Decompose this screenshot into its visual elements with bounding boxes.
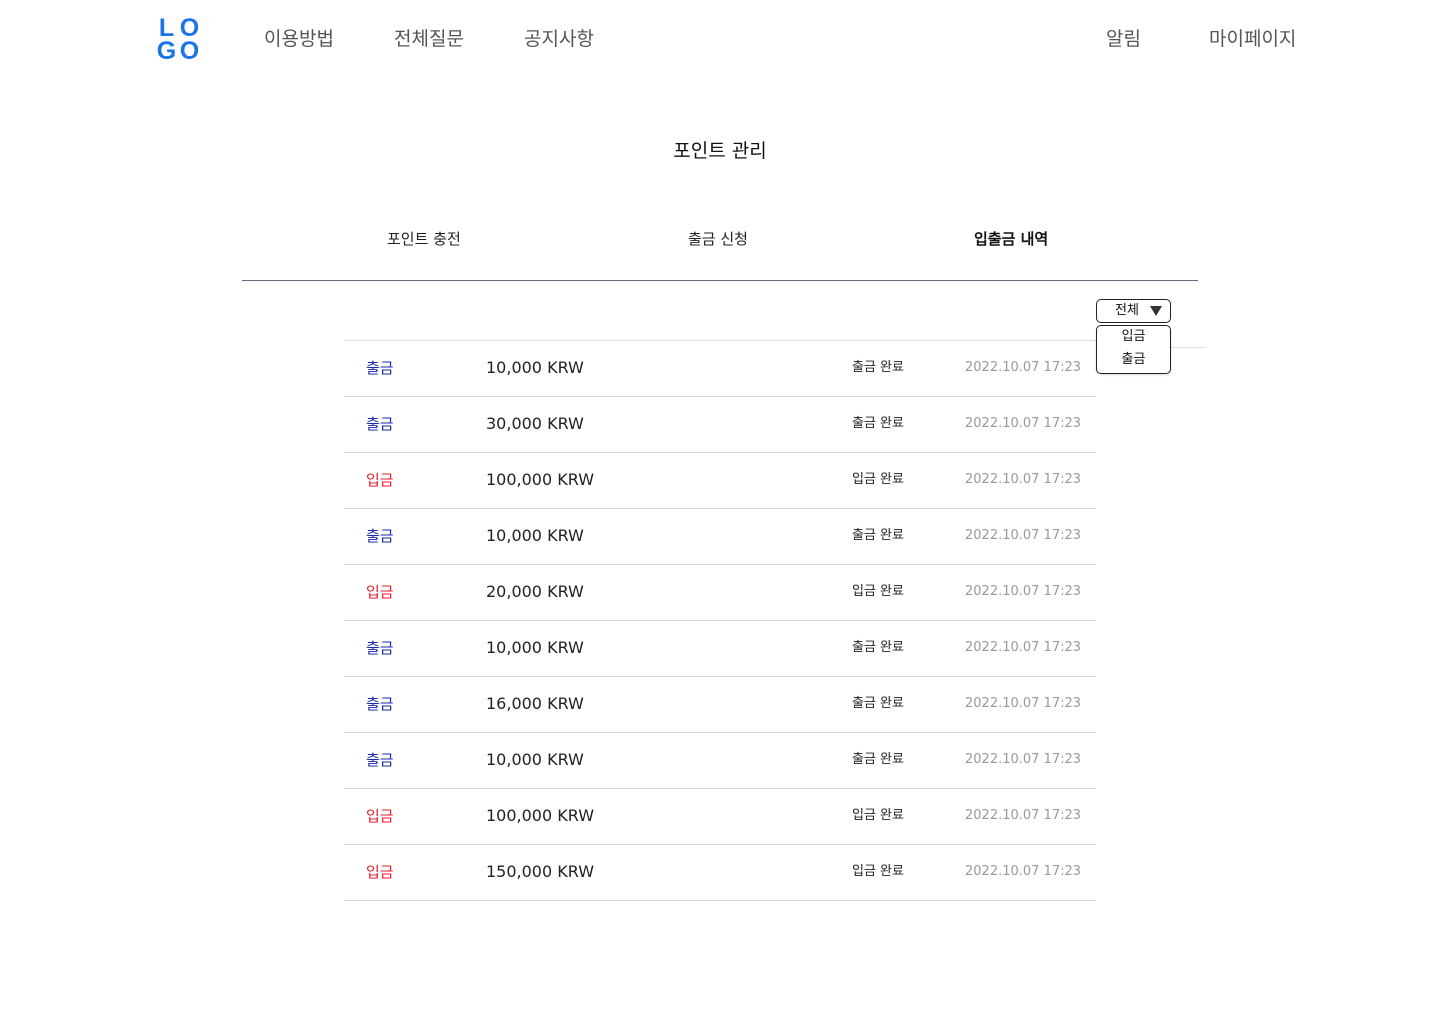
transaction-amount: 150,000 KRW bbox=[486, 862, 595, 881]
transaction-amount: 20,000 KRW bbox=[486, 582, 584, 601]
transaction-type: 입금 bbox=[366, 863, 394, 881]
tab-transaction-history[interactable]: 입출금 내역 bbox=[974, 228, 1048, 250]
nav-how-to-use[interactable]: 이용방법 bbox=[264, 26, 334, 52]
filter-option-deposit[interactable]: 입금 bbox=[1097, 326, 1170, 349]
transaction-row: 입금 150,000 KRW 입금 완료 2022.10.07 17:23 bbox=[344, 845, 1096, 901]
tab-point-charge[interactable]: 포인트 충전 bbox=[387, 228, 461, 250]
filter-select[interactable]: 전체 bbox=[1096, 299, 1171, 323]
transaction-type: 입금 bbox=[366, 807, 394, 825]
transaction-amount: 10,000 KRW bbox=[486, 750, 584, 769]
transaction-date: 2022.10.07 17:23 bbox=[965, 472, 1082, 487]
transaction-row: 출금 10,000 KRW 출금 완료 2022.10.07 17:23 bbox=[344, 341, 1096, 397]
filter-selected-label: 전체 bbox=[1115, 303, 1139, 318]
transaction-date: 2022.10.07 17:23 bbox=[965, 864, 1082, 879]
transaction-date: 2022.10.07 17:23 bbox=[965, 696, 1082, 711]
filter-option-withdraw[interactable]: 출금 bbox=[1097, 349, 1170, 372]
transaction-date: 2022.10.07 17:23 bbox=[965, 584, 1082, 599]
tab-withdraw-request[interactable]: 출금 신청 bbox=[688, 228, 748, 250]
transaction-status: 출금 완료 bbox=[852, 360, 904, 375]
transaction-type: 출금 bbox=[366, 639, 394, 657]
transaction-date: 2022.10.07 17:23 bbox=[965, 808, 1082, 823]
transaction-amount: 100,000 KRW bbox=[486, 806, 595, 825]
logo-letter: G bbox=[156, 37, 177, 65]
transaction-date: 2022.10.07 17:23 bbox=[965, 752, 1082, 767]
transaction-amount: 16,000 KRW bbox=[486, 694, 584, 713]
transaction-amount: 30,000 KRW bbox=[486, 414, 584, 433]
transaction-date: 2022.10.07 17:23 bbox=[965, 528, 1082, 543]
transaction-amount: 10,000 KRW bbox=[486, 638, 584, 657]
transaction-status: 출금 완료 bbox=[852, 528, 904, 543]
divider bbox=[1170, 347, 1206, 348]
transaction-date: 2022.10.07 17:23 bbox=[965, 640, 1082, 655]
transaction-date: 2022.10.07 17:23 bbox=[965, 360, 1082, 375]
transaction-row: 출금 16,000 KRW 출금 완료 2022.10.07 17:23 bbox=[344, 677, 1096, 733]
logo-letter: O bbox=[179, 37, 200, 65]
transaction-type: 입금 bbox=[366, 583, 394, 601]
nav-notifications[interactable]: 알림 bbox=[1106, 26, 1141, 52]
caret-down-icon bbox=[1150, 306, 1162, 316]
nav-my-page[interactable]: 마이페이지 bbox=[1209, 26, 1296, 52]
transaction-row: 출금 10,000 KRW 출금 완료 2022.10.07 17:23 bbox=[344, 509, 1096, 565]
transaction-status: 입금 완료 bbox=[852, 864, 904, 879]
transaction-amount: 10,000 KRW bbox=[486, 358, 584, 377]
transaction-type: 출금 bbox=[366, 527, 394, 545]
transaction-status: 출금 완료 bbox=[852, 416, 904, 431]
transaction-row: 입금 100,000 KRW 입금 완료 2022.10.07 17:23 bbox=[344, 789, 1096, 845]
transaction-type: 출금 bbox=[366, 415, 394, 433]
page-title: 포인트 관리 bbox=[673, 140, 767, 162]
nav-notices[interactable]: 공지사항 bbox=[524, 26, 594, 52]
nav-all-questions[interactable]: 전체질문 bbox=[394, 26, 464, 52]
transaction-type: 출금 bbox=[366, 695, 394, 713]
tab-divider bbox=[242, 280, 1198, 281]
transaction-date: 2022.10.07 17:23 bbox=[965, 416, 1082, 431]
transaction-status: 입금 완료 bbox=[852, 584, 904, 599]
transaction-status: 입금 완료 bbox=[852, 472, 904, 487]
transaction-amount: 100,000 KRW bbox=[486, 470, 595, 489]
transaction-row: 출금 30,000 KRW 출금 완료 2022.10.07 17:23 bbox=[344, 397, 1096, 453]
transaction-status: 입금 완료 bbox=[852, 808, 904, 823]
transaction-row: 입금 20,000 KRW 입금 완료 2022.10.07 17:23 bbox=[344, 565, 1096, 621]
transaction-row: 출금 10,000 KRW 출금 완료 2022.10.07 17:23 bbox=[344, 733, 1096, 789]
transaction-status: 출금 완료 bbox=[852, 752, 904, 767]
filter-dropdown-menu: 입금 출금 bbox=[1096, 325, 1171, 374]
transaction-type: 입금 bbox=[366, 471, 394, 489]
transaction-status: 출금 완료 bbox=[852, 640, 904, 655]
transaction-type: 출금 bbox=[366, 359, 394, 377]
transaction-row: 입금 100,000 KRW 입금 완료 2022.10.07 17:23 bbox=[344, 453, 1096, 509]
transaction-status: 출금 완료 bbox=[852, 696, 904, 711]
transaction-amount: 10,000 KRW bbox=[486, 526, 584, 545]
transaction-row: 출금 10,000 KRW 출금 완료 2022.10.07 17:23 bbox=[344, 621, 1096, 677]
transaction-type: 출금 bbox=[366, 751, 394, 769]
logo[interactable]: L O G O bbox=[155, 16, 201, 65]
